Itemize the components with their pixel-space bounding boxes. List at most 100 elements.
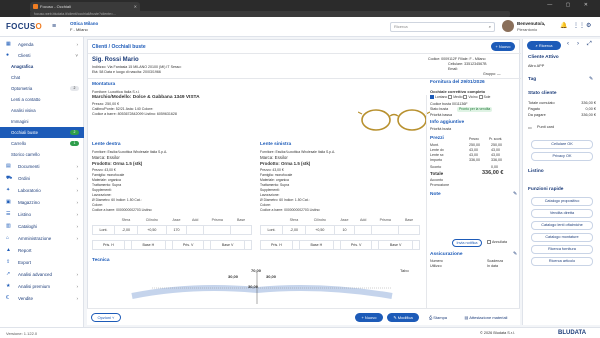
search-label: Ricerca <box>538 43 553 48</box>
quick-action-vendita-diretta[interactable]: Vendita diretta <box>531 209 593 218</box>
sidebar-item-documenti[interactable]: ▤ Documenti › <box>0 161 84 172</box>
send-notification-button[interactable]: Invia notifica <box>452 239 482 247</box>
sidebar-item-label: Chat <box>11 75 21 80</box>
checkbox-sole[interactable] <box>478 95 483 100</box>
checkbox-medio[interactable] <box>448 95 453 100</box>
expand-icon[interactable]: ⤢ <box>587 41 592 48</box>
sidebar-item-label: Laboratorio <box>18 188 41 193</box>
rx-row-label: Lont. <box>260 224 283 235</box>
sidebar-item-anagrafica[interactable]: Anagrafica <box>0 61 84 72</box>
store-sub: F - Milano <box>70 27 88 32</box>
sidebar-item-vendite[interactable]: € Vendite › <box>0 293 84 304</box>
tecnica-value-1: 30,00 <box>228 274 239 279</box>
breadcrumb[interactable]: Clienti / Occhiali buste <box>92 44 146 50</box>
window-controls[interactable]: — ▢ ✕ <box>547 2 594 8</box>
checkbox-vicino[interactable] <box>463 95 468 100</box>
stato-cliente-title: Stato cliente <box>528 91 557 96</box>
topbar: FOCUSO ≡ Ottica Milano F - Milano Ricerc… <box>0 17 600 37</box>
sidebar-item-label: Analisi premium <box>18 284 51 289</box>
quick-action-ricerca-fornitura[interactable]: Ricerca fornitura <box>531 245 593 254</box>
sidebar-item-ordini[interactable]: ⛟ Ordini › <box>0 173 84 184</box>
store-name[interactable]: Ottica Milano <box>70 21 98 26</box>
altro-app[interactable]: Altro APP <box>528 64 596 68</box>
sidebar-item-analisi-premium[interactable]: ★ Analisi premium › <box>0 281 84 292</box>
rx-col-add: Add <box>192 218 199 223</box>
stato-value: 336,00 € <box>581 113 596 117</box>
rx-cell <box>186 224 205 235</box>
quick-action-lenti-oftalmiche[interactable]: Catalogo lenti oftalmiche <box>531 221 593 230</box>
assicurazione-title: Assicurazione <box>430 252 463 257</box>
avatar[interactable] <box>502 20 514 32</box>
rx-col-add: Add <box>360 218 367 223</box>
sidebar-item-report[interactable]: ▲ Report <box>0 245 84 256</box>
sidebar-item-amministrazione[interactable]: ⌂ Amministrazione › <box>0 233 84 244</box>
sidebar-item-listino[interactable]: ☰ Listino › <box>0 209 84 220</box>
customer-name[interactable]: Sig. Rossi Mario <box>92 57 139 63</box>
sidebar-item-chat[interactable]: Chat <box>0 72 84 83</box>
privacy-ok-badge[interactable]: Privacy OK <box>531 152 593 161</box>
close-tab-icon[interactable]: ✕ <box>134 2 137 11</box>
grid-icon[interactable]: ⋮⋮ <box>573 22 585 29</box>
chevron-left-icon[interactable]: ‹ <box>567 41 569 47</box>
prezzi-row-disc: 336,00 <box>491 158 502 162</box>
rx-cell: +0,50 <box>136 224 167 235</box>
attestation-button[interactable]: ▤ Attestazione materiali <box>455 313 517 322</box>
rx-row-label: Lont. <box>92 224 115 235</box>
edit-icon[interactable]: ✎ <box>513 251 517 257</box>
quick-action-ricerca-articolo[interactable]: Ricerca articolo <box>531 257 593 266</box>
cellulare-ok-badge[interactable]: Cellulare OK <box>531 140 593 149</box>
edit-icon[interactable]: ✎ <box>589 76 593 82</box>
bell-icon[interactable]: 🔔 <box>560 22 567 29</box>
mont-prezzo: Prezzo: 250,00 € <box>92 102 120 106</box>
sidebar-item-label: Report <box>18 248 32 253</box>
sidebar-item-label: Amministrazione <box>18 236 52 241</box>
sidebar-item-lenti-contatto[interactable]: Lenti a contatto <box>0 94 84 105</box>
sidebar-item-laboratorio[interactable]: ✦ Laboratorio › <box>0 185 84 196</box>
sidebar-item-analisi-advanced[interactable]: ↗ Analisi advanced › <box>0 269 84 280</box>
checkbox-annullata[interactable] <box>487 240 491 245</box>
sidebar-item-optometria[interactable]: Optometria 2 <box>0 83 84 94</box>
search-input[interactable]: Ricerca ⌕ <box>390 22 495 32</box>
sidebar-item-storico-carrello[interactable]: Storico carrello <box>0 149 84 160</box>
sidebar-item-occhiali-buste[interactable]: Occhiali buste 2 <box>0 127 84 138</box>
sidebar-item-analisi-visiva[interactable]: Analisi visiva <box>0 105 84 116</box>
edit-icon[interactable]: ✎ <box>513 191 517 197</box>
search-button[interactable]: ⌕ Ricerca <box>527 41 561 50</box>
sidebar-item-label: Occhiali buste <box>11 130 38 135</box>
new-button[interactable]: + Nuovo <box>491 42 515 51</box>
logo[interactable]: FOCUSO <box>6 22 42 31</box>
sidebar-item-carrello[interactable]: Carrello 1 <box>0 138 84 149</box>
sidebar-item-clienti[interactable]: ● Clienti ˅ <box>0 50 84 61</box>
logo-accent: O <box>35 22 43 31</box>
menu-icon[interactable]: ≡ <box>52 23 56 30</box>
print-button[interactable]: ⎙ Stampa <box>423 313 453 322</box>
utilizzo-label: Utilizzo <box>430 264 442 268</box>
new-button[interactable]: + Nuovo <box>355 313 383 322</box>
rx-col-base: Base <box>404 218 414 223</box>
edit-button[interactable]: ✎ Modifica <box>387 313 419 322</box>
trend-icon: ↗ <box>6 271 11 277</box>
sidebar-item-immagini[interactable]: Immagini <box>0 116 84 127</box>
customer-group: Gruppo: — <box>483 72 501 76</box>
quick-action-catalogo-propositivo[interactable]: Catalogo propositivo <box>531 197 593 206</box>
sidebar-item-cataloghi[interactable]: ▥ Cataloghi › <box>0 221 84 232</box>
prezzi-title: Prezzi <box>430 136 444 141</box>
divider <box>88 78 521 79</box>
prezzi-row-label: Importo <box>430 158 443 162</box>
sidebar-item-agenda[interactable]: ▦ Agenda › <box>0 39 84 50</box>
chevron-right-icon[interactable]: › <box>577 41 579 47</box>
rx-col-cilindro: Cilindro <box>313 218 326 223</box>
sidebar-item-magazzino[interactable]: ▣ Magazzino › <box>0 197 84 208</box>
rx-col-asse: Asse <box>172 218 181 223</box>
annullata-toggle[interactable]: Annullata <box>487 240 507 245</box>
options-button[interactable]: Opzioni ˅ <box>91 313 121 322</box>
count-badge: 2 <box>70 130 79 135</box>
browser-tab[interactable]: Focuso - Occhiali ✕ <box>30 2 140 11</box>
checkbox-lontano[interactable] <box>430 95 434 100</box>
gear-icon[interactable]: ⚙ <box>586 22 591 29</box>
quick-action-montature[interactable]: Catalogo montature <box>531 233 593 242</box>
footer: Versione: 1.122.0 © 2026 Bludata S.r.l. … <box>0 327 600 338</box>
occhiale-title: Occhiale correttivo completo <box>430 89 486 94</box>
acconto-label: Acconto <box>430 178 443 182</box>
sidebar-item-export[interactable]: ⇪ Export <box>0 257 84 268</box>
